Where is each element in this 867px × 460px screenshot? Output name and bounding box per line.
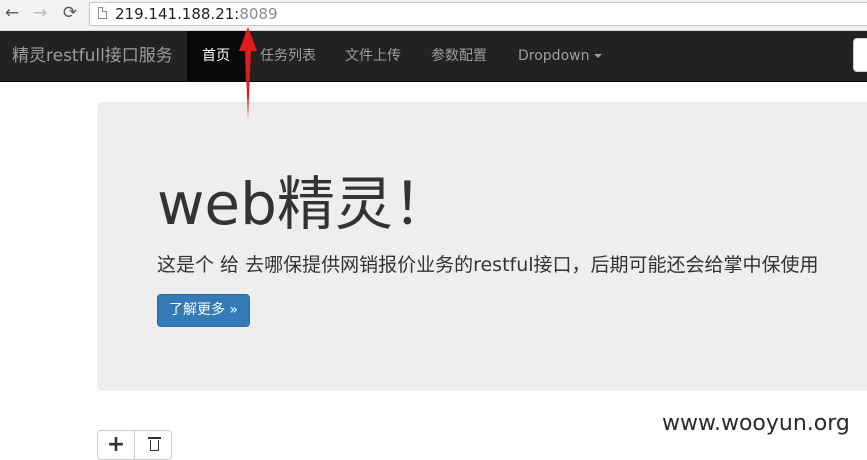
jumbotron: web精灵！ 这是个 给 去哪保提供网销报价业务的restful接口，后期可能还… <box>97 102 867 391</box>
nav-item-dropdown[interactable]: Dropdown <box>518 31 603 81</box>
page-icon <box>98 7 107 19</box>
nav-item-param-config[interactable]: 参数配置 <box>431 31 487 81</box>
forward-arrow-icon[interactable]: → <box>30 3 50 23</box>
dropdown-label: Dropdown <box>518 48 590 64</box>
back-arrow-icon[interactable]: ← <box>2 3 22 23</box>
nav-item-file-upload[interactable]: 文件上传 <box>345 31 401 81</box>
trash-icon <box>148 437 161 451</box>
url-port: 8089 <box>239 5 278 23</box>
reload-icon[interactable]: ⟳ <box>60 3 80 23</box>
arrow-head <box>239 27 257 51</box>
nav-item-task-list[interactable]: 任务列表 <box>260 31 316 81</box>
caret-down-icon <box>594 54 603 58</box>
url-host: 219.141.188.21: <box>115 5 240 23</box>
watermark: www.wooyun.org <box>662 411 850 436</box>
learn-more-button[interactable]: 了解更多 » <box>157 294 250 327</box>
red-arrow-annotation <box>239 27 257 119</box>
delete-button[interactable] <box>134 430 172 460</box>
navbar-search-input[interactable] <box>853 38 867 72</box>
arrow-shaft <box>245 49 251 119</box>
browser-toolbar: ← → ⟳ 219.141.188.21:8089 <box>0 0 867 31</box>
url-text: 219.141.188.21:8089 <box>115 4 278 24</box>
jumbotron-title: web精灵！ <box>157 170 451 238</box>
add-button[interactable]: + <box>97 430 135 460</box>
jumbotron-lead: 这是个 给 去哪保提供网销报价业务的restful接口，后期可能还会给掌中保使用 <box>157 254 819 276</box>
address-bar[interactable]: 219.141.188.21:8089 <box>89 2 867 26</box>
navbar-brand[interactable]: 精灵restfull接口服务 <box>12 31 173 81</box>
navbar: 精灵restfull接口服务 首页 任务列表 文件上传 参数配置 Dropdow… <box>0 31 867 82</box>
